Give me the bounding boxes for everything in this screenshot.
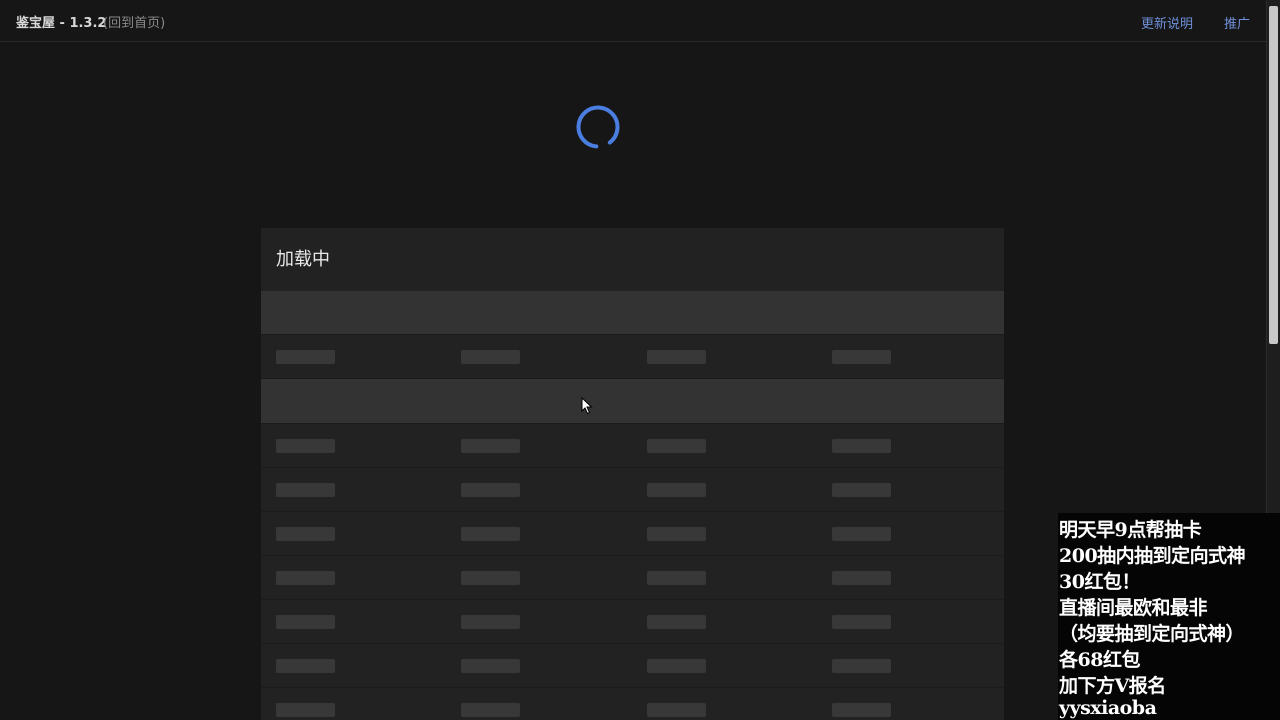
skeleton-cell: [832, 615, 891, 629]
skeleton-cell: [276, 571, 335, 585]
skeleton-cell: [647, 439, 706, 453]
skeleton-cell: [276, 350, 335, 364]
skeleton-cell: [461, 571, 520, 585]
overlay-line: （均要抽到定向式神）: [1059, 623, 1245, 645]
skeleton-cell: [832, 483, 891, 497]
skeleton-cell: [276, 527, 335, 541]
nav-link-promotion[interactable]: 推广: [1224, 13, 1250, 32]
skeleton-cell: [647, 659, 706, 673]
overlay-line: 加下方V报名: [1059, 675, 1166, 697]
top-navbar: 鉴宝屋 - 1.3.2 (回到首页) 更新说明 推广: [0, 0, 1266, 42]
skeleton-cell: [647, 615, 706, 629]
skeleton-cell: [832, 439, 891, 453]
skeleton-cell: [832, 350, 891, 364]
table-row: [261, 688, 1004, 720]
overlay-line: 明天早9点帮抽卡: [1059, 519, 1202, 541]
skeleton-cell: [647, 350, 706, 364]
skeleton-cell: [461, 659, 520, 673]
scrollbar-thumb[interactable]: [1269, 6, 1278, 344]
table-header-row: [261, 291, 1004, 335]
table-row: [261, 424, 1004, 468]
skeleton-cell: [647, 483, 706, 497]
overlay-line: 直播间最欧和最非: [1059, 597, 1208, 619]
home-link[interactable]: (回到首页): [103, 12, 165, 31]
skeleton-cell: [832, 527, 891, 541]
loading-card: 加载中: [261, 228, 1004, 720]
skeleton-cell: [461, 703, 520, 717]
skeleton-cell: [276, 615, 335, 629]
skeleton-cell: [832, 703, 891, 717]
table-row: [261, 600, 1004, 644]
mouse-cursor-icon: [581, 397, 593, 415]
loading-spinner-icon: [576, 105, 620, 149]
skeleton-cell: [276, 483, 335, 497]
overlay-line: 30红包！: [1059, 571, 1140, 593]
table-row: [261, 556, 1004, 600]
table-row: [261, 468, 1004, 512]
table-header-row: [261, 379, 1004, 424]
card-title: 加载中: [276, 249, 330, 270]
stream-overlay-text: 明天早9点帮抽卡 200抽内抽到定向式神 30红包！ 直播间最欧和最非 （均要抽…: [1058, 513, 1280, 720]
skeleton-cell: [647, 527, 706, 541]
skeleton-cell: [276, 703, 335, 717]
app-title[interactable]: 鉴宝屋 - 1.3.2: [16, 12, 106, 31]
skeleton-cell: [276, 439, 335, 453]
skeleton-cell: [461, 527, 520, 541]
skeleton-cell: [276, 659, 335, 673]
table-row: [261, 512, 1004, 556]
overlay-line: 各68红包: [1059, 649, 1140, 671]
skeleton-cell: [832, 571, 891, 585]
skeleton-cell: [832, 659, 891, 673]
nav-link-changelog[interactable]: 更新说明: [1141, 13, 1193, 32]
table-row: [261, 335, 1004, 379]
skeleton-cell: [461, 350, 520, 364]
skeleton-cell: [461, 483, 520, 497]
skeleton-cell: [461, 439, 520, 453]
overlay-line: 200抽内抽到定向式神: [1059, 545, 1246, 567]
skeleton-cell: [647, 703, 706, 717]
table-row: [261, 644, 1004, 688]
skeleton-cell: [461, 615, 520, 629]
overlay-line: yysxiaoba: [1059, 697, 1157, 719]
skeleton-cell: [647, 571, 706, 585]
